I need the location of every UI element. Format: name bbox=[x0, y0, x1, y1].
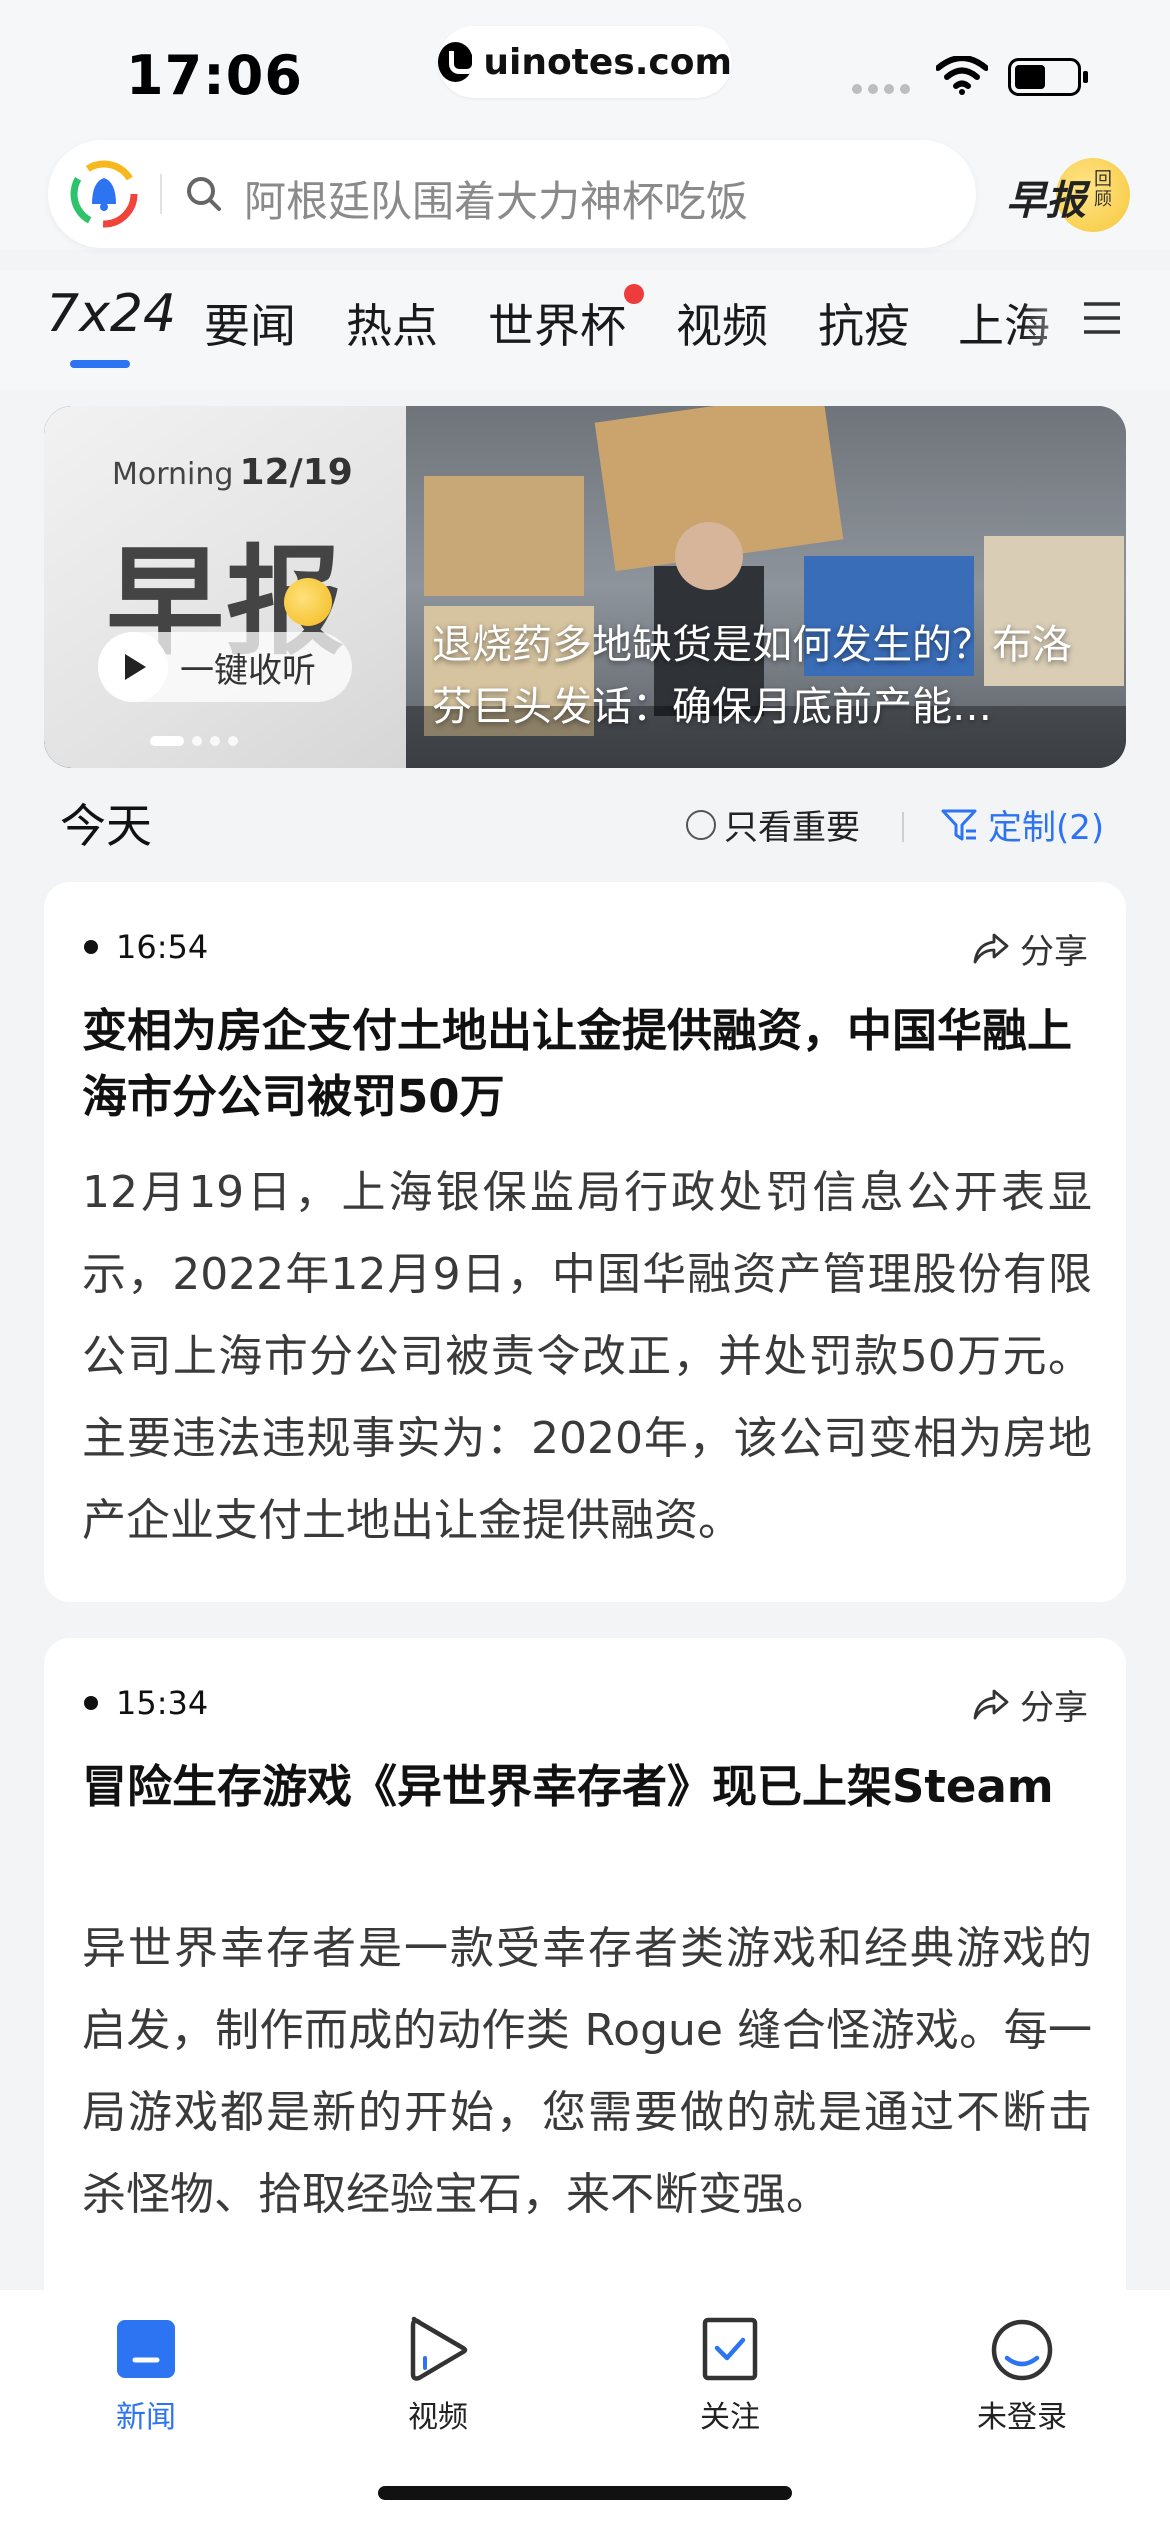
share-button[interactable]: 分享 bbox=[972, 924, 1088, 973]
battery-icon bbox=[1008, 58, 1088, 96]
tab-anti-epidemic[interactable]: 抗疫 bbox=[818, 290, 910, 356]
nav-news-label: 新闻 bbox=[116, 2400, 176, 2435]
search-icon bbox=[187, 177, 221, 211]
wifi-icon bbox=[936, 56, 988, 95]
profile-icon bbox=[991, 2319, 1053, 2381]
news-card[interactable]: 16:54 分享 变相为房企支付土地出让金提供融资，中国华融上海市分公司被罚50… bbox=[44, 882, 1126, 1602]
news-title[interactable]: 变相为房企支付土地出让金提供融资，中国华融上海市分公司被罚50万 bbox=[82, 998, 1092, 1130]
banner-date: 12/19 bbox=[239, 452, 353, 493]
channel-tabs: 7x24 要闻 热点 世界杯 视频 抗疫 上海 bbox=[0, 270, 1170, 390]
url-text: uinotes.com bbox=[483, 41, 732, 83]
timeline-dot-icon bbox=[84, 1696, 98, 1710]
header: 阿根廷队围着大力神杯吃饭 早报 回顾 bbox=[0, 140, 1170, 250]
only-important-label: 只看重要 bbox=[724, 808, 860, 848]
cellular-signal-icon bbox=[852, 84, 910, 94]
morning-review-button[interactable]: 早报 回顾 bbox=[1006, 156, 1130, 236]
customize-button[interactable]: 定制(2) bbox=[940, 800, 1104, 849]
search-divider bbox=[160, 174, 162, 214]
nav-video[interactable]: 视频 bbox=[358, 2314, 518, 2436]
share-icon bbox=[973, 1689, 1009, 1719]
morning-news-banner[interactable]: Morning 12/19 早报 一键收听 退烧药多地缺货是如何发生的？布洛芬巨头… bbox=[44, 406, 1126, 768]
nav-follow-label: 关注 bbox=[700, 2400, 760, 2435]
morning-badge-subtext: 回顾 bbox=[1094, 169, 1112, 210]
share-button[interactable]: 分享 bbox=[972, 1680, 1088, 1729]
app-logo-icon[interactable] bbox=[68, 158, 140, 230]
tab-video[interactable]: 视频 bbox=[676, 290, 768, 356]
timeline-dot-icon bbox=[84, 940, 98, 954]
news-time: 16:54 bbox=[84, 928, 208, 966]
notification-dot bbox=[624, 284, 644, 304]
radio-circle-icon bbox=[686, 809, 716, 840]
news-body: 异世界幸存者是一款受幸存者类游戏和经典游戏的启发，制作而成的动作类 Rogue … bbox=[82, 1923, 1092, 2220]
play-icon bbox=[98, 632, 168, 702]
status-bar: 17:06 uinotes.com bbox=[0, 0, 1170, 140]
status-time: 17:06 bbox=[126, 44, 303, 107]
news-body: 12月19日，上海银保监局行政处罚信息公开表显示，2022年12月9日，中国华融… bbox=[82, 1167, 1092, 1546]
news-time: 15:34 bbox=[84, 1684, 208, 1722]
news-time-text: 15:34 bbox=[116, 1684, 209, 1722]
active-tab-indicator bbox=[70, 360, 130, 368]
banner-caption[interactable]: 退烧药多地缺货是如何发生的？布洛芬巨头发话：确保月底前产能… bbox=[432, 614, 1092, 738]
nav-video-label: 视频 bbox=[408, 2400, 468, 2435]
tab-headlines[interactable]: 要闻 bbox=[204, 290, 296, 356]
news-card[interactable]: 15:34 分享 冒险生存游戏《异世界幸存者》现已上架Steam 异世界幸存者是… bbox=[44, 1638, 1126, 2338]
nav-profile-label: 未登录 bbox=[977, 2400, 1067, 2435]
section-title-today: 今天 bbox=[60, 799, 152, 853]
listen-button[interactable]: 一键收听 bbox=[98, 632, 352, 702]
morning-badge-text: 早报 bbox=[1006, 178, 1086, 224]
banner-morning-label: Morning 12/19 bbox=[112, 452, 353, 493]
share-icon bbox=[973, 933, 1009, 963]
customize-label: 定制(2) bbox=[988, 808, 1105, 848]
nav-news[interactable]: 新闻 bbox=[66, 2314, 226, 2436]
share-label: 分享 bbox=[1020, 1688, 1088, 1728]
news-icon bbox=[117, 2320, 175, 2378]
tab-world-cup[interactable]: 世界杯 bbox=[488, 290, 626, 356]
tab-7x24[interactable]: 7x24 bbox=[46, 284, 176, 344]
url-pill[interactable]: uinotes.com bbox=[438, 26, 732, 98]
menu-icon[interactable] bbox=[1082, 300, 1122, 336]
funnel-icon bbox=[941, 809, 977, 840]
search-placeholder[interactable]: 阿根廷队围着大力神杯吃饭 bbox=[244, 168, 748, 229]
news-time-text: 16:54 bbox=[116, 928, 209, 966]
sun-icon bbox=[284, 578, 332, 626]
morning-news-card[interactable]: Morning 12/19 早报 一键收听 bbox=[44, 406, 406, 768]
carousel-indicator bbox=[150, 736, 238, 746]
only-important-toggle[interactable]: 只看重要 bbox=[686, 800, 860, 849]
filter-divider bbox=[902, 812, 904, 842]
nav-profile[interactable]: 未登录 bbox=[942, 2314, 1102, 2436]
listen-label: 一键收听 bbox=[180, 650, 316, 691]
site-logo-icon bbox=[438, 42, 478, 82]
home-indicator[interactable] bbox=[378, 2486, 792, 2500]
news-title[interactable]: 冒险生存游戏《异世界幸存者》现已上架Steam bbox=[82, 1754, 1092, 1820]
video-play-icon bbox=[410, 2316, 468, 2381]
share-label: 分享 bbox=[1020, 932, 1088, 972]
search-bar[interactable]: 阿根廷队围着大力神杯吃饭 bbox=[48, 140, 976, 248]
banner-morning-text: Morning bbox=[112, 457, 234, 492]
follow-icon bbox=[702, 2317, 758, 2381]
tab-hot[interactable]: 热点 bbox=[346, 290, 438, 356]
nav-follow[interactable]: 关注 bbox=[650, 2314, 810, 2436]
